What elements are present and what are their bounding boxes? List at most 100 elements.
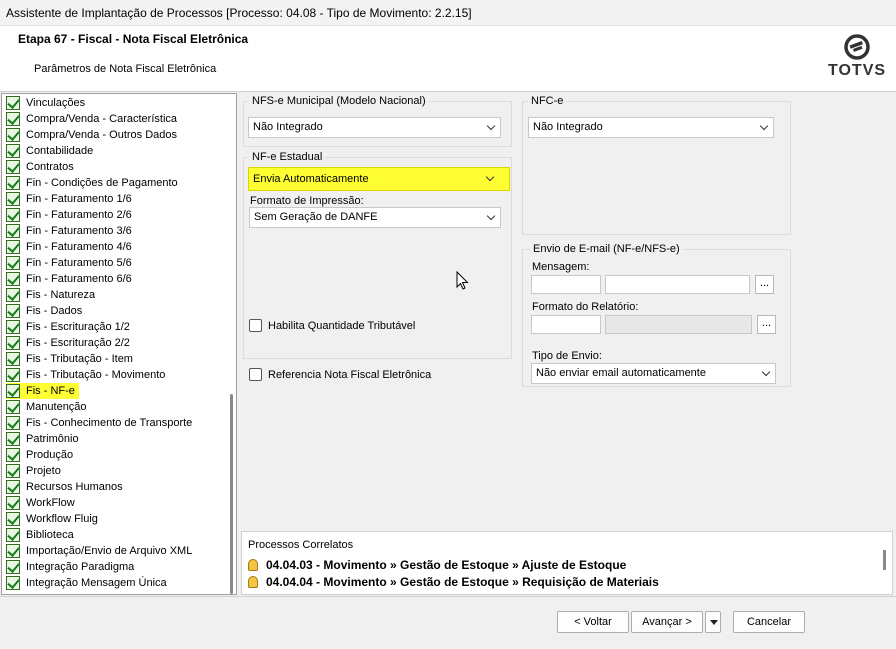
qty-tributavel-label: Habilita Quantidade Tributável	[268, 319, 416, 332]
tree-item-label: Importação/Envio de Arquivo XML	[26, 545, 193, 557]
related-scrollbar[interactable]	[883, 550, 886, 570]
check-icon	[6, 496, 20, 510]
step-title: Etapa 67 - Fiscal - Nota Fiscal Eletrôni…	[18, 32, 249, 46]
tree-item-label: Patrimônio	[26, 433, 79, 445]
tree-item-label: Fis - Conhecimento de Transporte	[26, 417, 193, 429]
tree-item[interactable]: Compra/Venda - Característica	[6, 111, 177, 127]
send-type-value: Não enviar email automaticamente	[536, 367, 706, 379]
wizard-header: Etapa 67 - Fiscal - Nota Fiscal Eletrôni…	[0, 26, 896, 92]
nfce-select[interactable]: Não Integrado	[528, 117, 774, 138]
qty-tributavel-checkbox[interactable]: Habilita Quantidade Tributável	[249, 319, 415, 332]
tree-item-label: Manutenção	[26, 401, 87, 413]
tree-item[interactable]: Workflow Fluig	[6, 511, 98, 527]
tree-item[interactable]: Fis - Dados	[6, 303, 82, 319]
check-icon	[6, 336, 20, 350]
chevron-down-icon	[486, 211, 496, 221]
cancel-button[interactable]: Cancelar	[733, 611, 805, 633]
tree-scrollbar[interactable]	[230, 394, 233, 594]
tree-item[interactable]: Integração Mensagem Única	[6, 575, 167, 591]
tree-item[interactable]: Biblioteca	[6, 527, 74, 543]
check-icon	[6, 544, 20, 558]
tree-item[interactable]: Manutenção	[6, 399, 87, 415]
report-code-input[interactable]	[531, 315, 601, 334]
tree-item-label: Contabilidade	[26, 145, 94, 157]
totvs-logo-icon	[844, 34, 870, 60]
message-lookup-button[interactable]: ...	[755, 275, 774, 294]
print-format-select[interactable]: Sem Geração de DANFE	[249, 207, 501, 228]
tree-item[interactable]: Produção	[6, 447, 73, 463]
check-icon	[6, 112, 20, 126]
check-icon	[6, 128, 20, 142]
tree-item[interactable]: Fin - Faturamento 2/6	[6, 207, 132, 223]
tree-item[interactable]: Fin - Faturamento 4/6	[6, 239, 132, 255]
checkbox-box[interactable]	[249, 368, 262, 381]
nfse-select[interactable]: Não Integrado	[248, 117, 501, 138]
referencia-nfe-checkbox[interactable]: Referencia Nota Fiscal Eletrônica	[249, 368, 431, 381]
check-icon	[6, 288, 20, 302]
tree-item[interactable]: Contratos	[6, 159, 74, 175]
tree-item[interactable]: Fis - Conhecimento de Transporte	[6, 415, 192, 431]
check-icon	[6, 464, 20, 478]
tree-item[interactable]: Fin - Faturamento 5/6	[6, 255, 132, 271]
tree-item[interactable]: Compra/Venda - Outros Dados	[6, 127, 177, 143]
tree-item[interactable]: Integração Paradigma	[6, 559, 134, 575]
check-icon	[6, 208, 20, 222]
report-lookup-button[interactable]: ...	[757, 315, 776, 334]
tree-item[interactable]: WorkFlow	[6, 495, 75, 511]
tree-item[interactable]: Fis - Natureza	[6, 287, 95, 303]
tree-item-label: Fis - Dados	[26, 305, 83, 317]
tree-item-label: Fin - Faturamento 1/6	[26, 193, 132, 205]
tree-item[interactable]: Fis - Tributação - Item	[6, 351, 133, 367]
tree-item[interactable]: Fin - Faturamento 1/6	[6, 191, 132, 207]
related-process-link[interactable]: 04.04.03 - Movimento » Gestão de Estoque…	[248, 558, 626, 572]
window-title: Assistente de Implantação de Processos […	[0, 0, 896, 26]
tree-item[interactable]: Contabilidade	[6, 143, 93, 159]
print-format-label: Formato de Impressão:	[250, 195, 364, 207]
tree-item[interactable]: Importação/Envio de Arquivo XML	[6, 543, 192, 559]
lightbulb-icon	[248, 559, 258, 571]
tree-item[interactable]: Fis - NF-e	[6, 383, 79, 399]
message-desc-input[interactable]	[605, 275, 750, 294]
logo-text: TOTVS	[828, 62, 887, 79]
tree-item[interactable]: Projeto	[6, 463, 61, 479]
send-type-label: Tipo de Envio:	[532, 350, 602, 362]
nfe-select-value: Envia Automaticamente	[253, 173, 369, 185]
tree-item-label: Fin - Condições de Pagamento	[26, 177, 178, 189]
chevron-down-icon	[485, 172, 495, 182]
chevron-down-icon	[486, 121, 496, 131]
related-process-label: 04.04.03 - Movimento » Gestão de Estoque…	[266, 558, 627, 572]
nfce-label: NFC-e	[528, 95, 567, 107]
tree-item-label: Fis - Natureza	[26, 289, 96, 301]
tree-item[interactable]: Patrimônio	[6, 431, 79, 447]
steps-tree[interactable]: Vinculações Compra/Venda - Característica…	[1, 93, 237, 595]
tree-item[interactable]: Fis - Escrituração 1/2	[6, 319, 130, 335]
tree-item[interactable]: Fis - Escrituração 2/2	[6, 335, 130, 351]
tree-item[interactable]: Fin - Faturamento 6/6	[6, 271, 132, 287]
tree-item[interactable]: Recursos Humanos	[6, 479, 123, 495]
check-icon	[6, 448, 20, 462]
message-code-input[interactable]	[531, 275, 601, 294]
related-process-link[interactable]: 04.04.04 - Movimento » Gestão de Estoque…	[248, 575, 659, 589]
tree-item-label: Integração Mensagem Única	[26, 577, 167, 589]
step-subtitle: Parâmetros de Nota Fiscal Eletrônica	[34, 63, 217, 75]
back-button[interactable]: < Voltar	[557, 611, 629, 633]
tree-item-label: Produção	[26, 449, 74, 461]
checkbox-box[interactable]	[249, 319, 262, 332]
check-icon	[6, 224, 20, 238]
next-options-dropdown[interactable]	[705, 611, 721, 633]
tree-item[interactable]: Fin - Faturamento 3/6	[6, 223, 132, 239]
nfe-select[interactable]: Envia Automaticamente	[248, 167, 510, 191]
tree-item[interactable]: Fin - Condições de Pagamento	[6, 175, 178, 191]
tree-item-label: Fis - Escrituração 1/2	[26, 321, 130, 333]
next-button[interactable]: Avançar >	[631, 611, 703, 633]
tree-item-label: Recursos Humanos	[26, 481, 123, 493]
tree-item[interactable]: Vinculações	[6, 95, 85, 111]
tree-item-label: Fin - Faturamento 2/6	[26, 209, 132, 221]
tree-item[interactable]: Fis - Tributação - Movimento	[6, 367, 165, 383]
related-process-label: 04.04.04 - Movimento » Gestão de Estoque…	[266, 575, 659, 589]
chevron-down-icon	[761, 367, 771, 377]
send-type-select[interactable]: Não enviar email automaticamente	[531, 363, 776, 384]
check-icon	[6, 272, 20, 286]
nfce-select-value: Não Integrado	[533, 121, 603, 133]
check-icon	[6, 320, 20, 334]
